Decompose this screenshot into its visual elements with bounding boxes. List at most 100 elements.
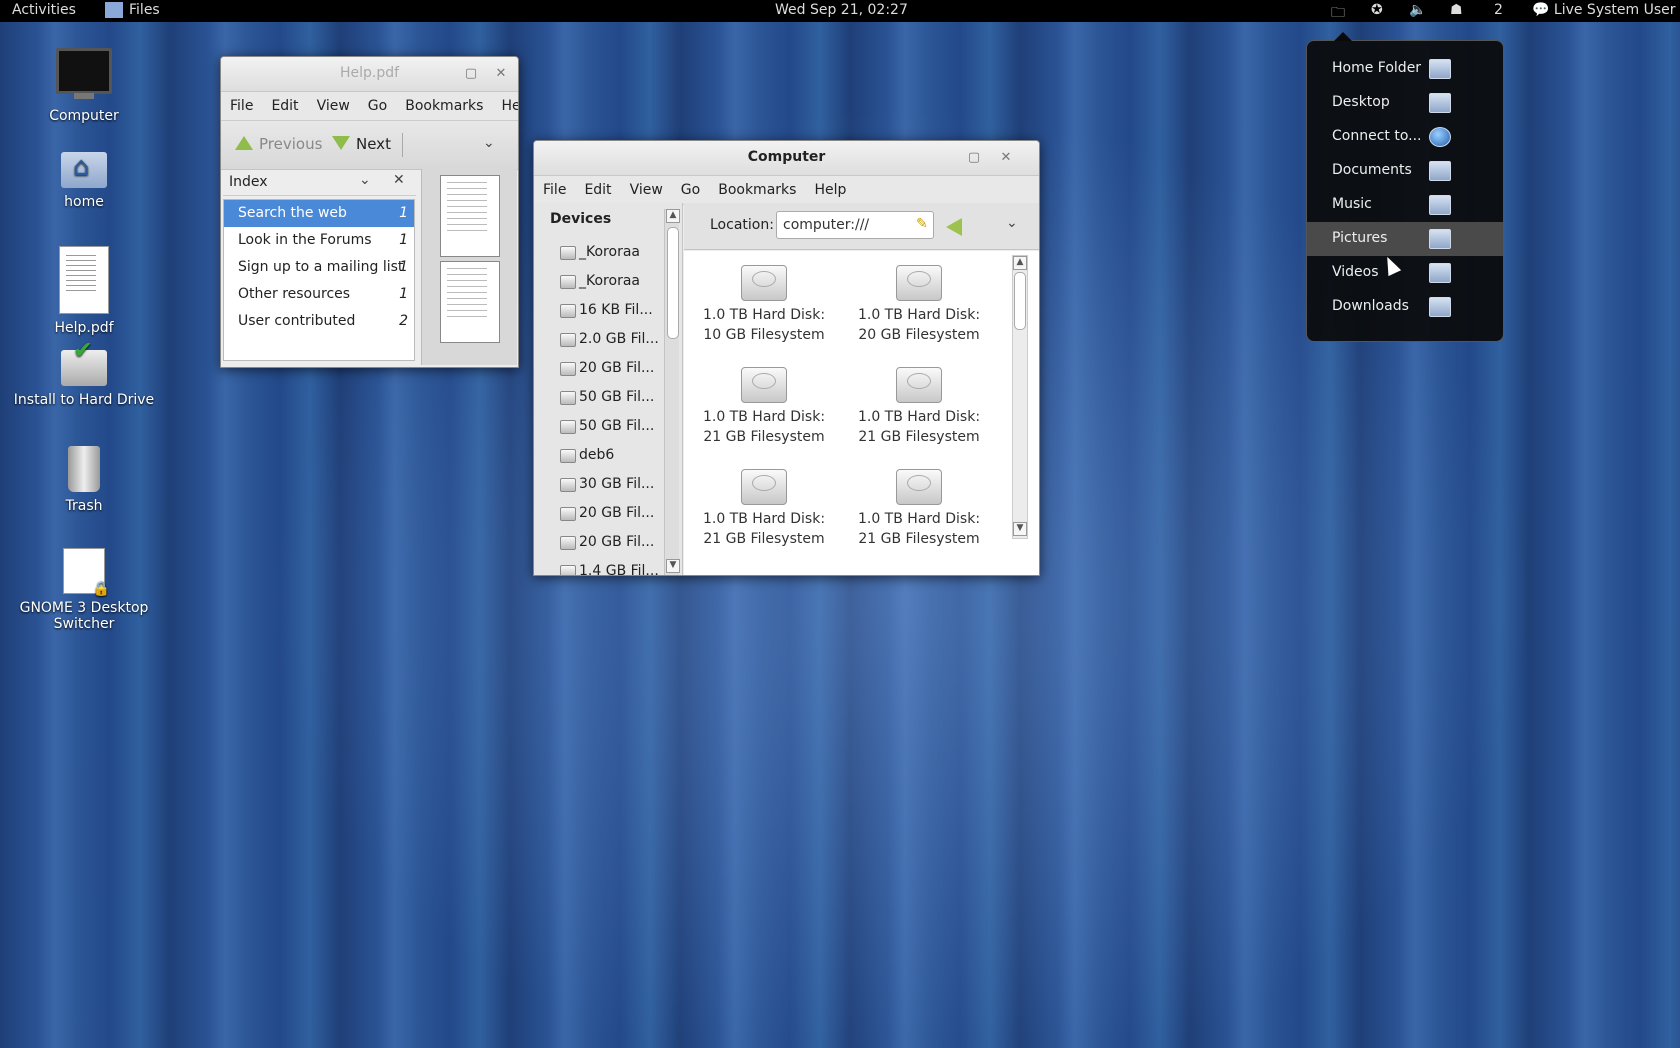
places-item-music[interactable]: Music bbox=[1307, 188, 1503, 222]
menu-bookmarks[interactable]: Bookmarks bbox=[709, 182, 805, 198]
drive-item[interactable]: 1.0 TB Hard Disk: 10 GB Filesystem bbox=[694, 265, 834, 345]
menu-file[interactable]: File bbox=[221, 98, 262, 114]
window-titlebar[interactable]: Computer ▢ ✕ bbox=[534, 141, 1039, 176]
drive-item[interactable]: 1.0 TB Hard Disk: 21 GB Filesystem bbox=[694, 469, 834, 549]
menu-edit[interactable]: Edit bbox=[262, 98, 307, 114]
close-icon[interactable]: ✕ bbox=[491, 64, 511, 84]
accessibility-icon[interactable]: ✪ bbox=[1371, 2, 1383, 18]
index-selector[interactable]: Index bbox=[229, 174, 268, 190]
sidebar-item-device[interactable]: 50 GB Fil... bbox=[534, 413, 662, 442]
go-arrow-icon[interactable] bbox=[946, 218, 962, 236]
menu-bookmarks[interactable]: Bookmarks bbox=[396, 98, 492, 114]
drive-item[interactable]: 1.0 TB Hard Disk: 21 GB Filesystem bbox=[849, 367, 989, 447]
sidebar-item-device[interactable]: 2.0 GB Fil... bbox=[534, 326, 662, 355]
window-titlebar[interactable]: Help.pdf ▢ ✕ bbox=[221, 57, 518, 92]
sidebar-item-device[interactable]: _Kororaa bbox=[534, 239, 662, 268]
desktop-icon-trash[interactable]: Trash bbox=[9, 446, 159, 514]
places-folder-icon[interactable]: 🗀 bbox=[1331, 2, 1345, 26]
menu-file[interactable]: File bbox=[534, 182, 575, 198]
page-thumbnail[interactable] bbox=[440, 261, 500, 343]
places-item-home[interactable]: Home Folder bbox=[1307, 52, 1503, 86]
home-folder-icon bbox=[61, 152, 107, 188]
scroll-thumb[interactable] bbox=[1014, 272, 1026, 330]
places-item-connect[interactable]: Connect to... bbox=[1307, 120, 1503, 154]
maximize-icon[interactable]: ▢ bbox=[964, 148, 984, 168]
user-menu[interactable]: 💬 Live System User bbox=[1532, 2, 1676, 18]
close-icon[interactable]: ✕ bbox=[996, 148, 1016, 168]
index-row[interactable]: Other resources 1 bbox=[224, 281, 414, 308]
index-row[interactable]: User contributed 2 bbox=[224, 308, 414, 335]
computer-window[interactable]: Computer ▢ ✕ File Edit View Go Bookmarks… bbox=[533, 140, 1040, 576]
index-row[interactable]: Sign up to a mailing list 1 bbox=[224, 254, 414, 281]
activities-button[interactable]: Activities bbox=[12, 2, 76, 18]
drive-item[interactable]: 1.0 TB Hard Disk: 20 GB Filesystem bbox=[849, 265, 989, 345]
sidebar-item-device[interactable]: 20 GB Fil... bbox=[534, 500, 662, 529]
next-button[interactable]: Next bbox=[332, 135, 391, 153]
index-page: 1 bbox=[399, 205, 408, 221]
scroll-thumb[interactable] bbox=[667, 227, 679, 339]
drive-line1: 1.0 TB Hard Disk: bbox=[702, 409, 826, 425]
device-label: 1.4 GB Fil... bbox=[579, 563, 659, 576]
sidebar-item-device[interactable]: 1.4 GB Fil... bbox=[534, 558, 662, 576]
drive-item[interactable]: 1.0 TB Hard Disk: 21 GB Filesystem bbox=[849, 469, 989, 549]
hard-disk-icon bbox=[741, 367, 787, 403]
close-icon[interactable]: ✕ bbox=[393, 172, 405, 188]
places-item-pictures[interactable]: Pictures bbox=[1307, 222, 1503, 256]
sidebar-item-device[interactable]: 50 GB Fil... bbox=[534, 384, 662, 413]
sidebar-item-device[interactable]: 20 GB Fil... bbox=[534, 355, 662, 384]
menu-view[interactable]: View bbox=[308, 98, 359, 114]
help-pdf-window[interactable]: Help.pdf ▢ ✕ File Edit View Go Bookmarks… bbox=[220, 56, 519, 368]
clock[interactable]: Wed Sep 21, 02:27 bbox=[775, 2, 908, 18]
scroll-down-icon[interactable]: ▼ bbox=[1013, 522, 1027, 536]
menu-go[interactable]: Go bbox=[672, 182, 709, 198]
page-thumbnail[interactable] bbox=[440, 175, 500, 257]
chevron-down-icon[interactable]: ⌄ bbox=[1006, 215, 1018, 231]
sidebar-item-device[interactable]: 30 GB Fil... bbox=[534, 471, 662, 500]
menu-view[interactable]: View bbox=[621, 182, 672, 198]
workspace-count[interactable]: 2 bbox=[1494, 2, 1503, 18]
menu-help[interactable]: Help bbox=[805, 182, 855, 198]
places-item-documents[interactable]: Documents bbox=[1307, 154, 1503, 188]
drive-icon bbox=[560, 420, 576, 434]
location-input[interactable] bbox=[776, 211, 934, 239]
places-item-desktop[interactable]: Desktop bbox=[1307, 86, 1503, 120]
desktop-icon-computer[interactable]: Computer bbox=[9, 48, 159, 124]
drive-icon bbox=[560, 507, 576, 521]
maximize-icon[interactable]: ▢ bbox=[461, 64, 481, 84]
sidebar-item-device[interactable]: deb6 bbox=[534, 442, 662, 471]
app-menu[interactable]: Files bbox=[105, 2, 160, 18]
drive-item[interactable]: 1.0 TB Hard Disk: 21 GB Filesystem bbox=[694, 367, 834, 447]
clear-icon[interactable]: ✎ bbox=[916, 216, 928, 232]
sidebar-scrollbar[interactable]: ▲ ▼ bbox=[664, 209, 680, 575]
index-title: Sign up to a mailing list bbox=[238, 259, 404, 275]
desktop-icon-switcher[interactable]: GNOME 3 Desktop Switcher bbox=[9, 548, 159, 632]
sidebar-item-device[interactable]: _Kororaa bbox=[534, 268, 662, 297]
device-label: _Kororaa bbox=[579, 244, 640, 260]
content-scrollbar[interactable]: ▲ ▼ bbox=[1012, 255, 1028, 539]
drive-icon bbox=[560, 536, 576, 550]
network-icon[interactable]: ☗ bbox=[1450, 2, 1463, 18]
desktop-icon-install[interactable]: Install to Hard Drive bbox=[9, 336, 159, 408]
files-app-icon bbox=[105, 2, 123, 18]
menu-edit[interactable]: Edit bbox=[575, 182, 620, 198]
sidebar-item-device[interactable]: 20 GB Fil... bbox=[534, 529, 662, 558]
previous-button[interactable]: Previous bbox=[235, 135, 322, 153]
desktop-icon-label: Computer bbox=[49, 108, 119, 124]
scroll-up-icon[interactable]: ▲ bbox=[666, 209, 680, 223]
sidebar-item-device[interactable]: 16 KB Fil... bbox=[534, 297, 662, 326]
drive-icon bbox=[560, 275, 576, 289]
menu-help[interactable]: Help bbox=[492, 98, 518, 114]
desktop-icon-home[interactable]: home bbox=[9, 152, 159, 210]
scroll-down-icon[interactable]: ▼ bbox=[666, 559, 680, 573]
index-row[interactable]: Search the web 1 bbox=[224, 200, 414, 227]
menu-go[interactable]: Go bbox=[359, 98, 396, 114]
index-row[interactable]: Look in the Forums 1 bbox=[224, 227, 414, 254]
volume-icon[interactable]: 🔈 bbox=[1409, 2, 1426, 18]
places-item-videos[interactable]: Videos bbox=[1307, 256, 1503, 290]
places-item-downloads[interactable]: Downloads bbox=[1307, 290, 1503, 324]
scroll-up-icon[interactable]: ▲ bbox=[1013, 256, 1027, 270]
desktop-icon-help-pdf[interactable]: Help.pdf bbox=[9, 246, 159, 336]
index-title: Search the web bbox=[238, 205, 347, 221]
chevron-down-icon[interactable]: ⌄ bbox=[359, 172, 371, 188]
chevron-down-icon[interactable]: ⌄ bbox=[483, 135, 495, 151]
